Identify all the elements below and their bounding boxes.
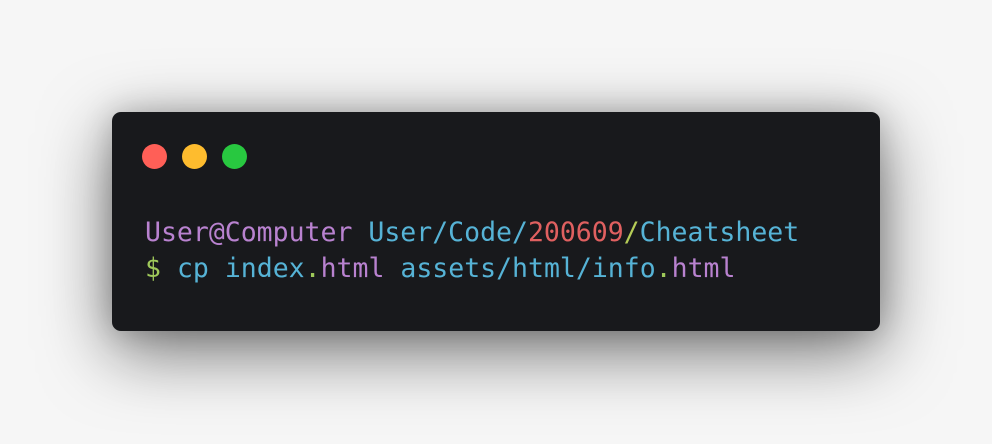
separator bbox=[352, 217, 368, 248]
source-file-extension: html bbox=[320, 253, 385, 284]
user-host: User@Computer bbox=[145, 217, 353, 248]
source-file-dot: . bbox=[304, 253, 321, 284]
command-line[interactable]: $ cp index.html assets/html/info.html bbox=[145, 252, 735, 286]
path-number: 200609 bbox=[527, 217, 624, 248]
prompt-symbol: $ bbox=[145, 253, 161, 284]
path-end: Cheatsheet bbox=[639, 217, 800, 248]
command-name: cp bbox=[176, 253, 209, 284]
minimize-window-button[interactable] bbox=[182, 144, 207, 169]
destination-file-dot: . bbox=[655, 253, 672, 284]
destination-file-extension: html bbox=[671, 253, 736, 284]
destination-file-path: assets/html/info bbox=[400, 253, 656, 284]
maximize-window-button[interactable] bbox=[222, 144, 247, 169]
path-slash: / bbox=[623, 217, 640, 248]
terminal-window: User@Computer User/Code/200609/Cheatshee… bbox=[112, 112, 880, 331]
prompt-line: User@Computer User/Code/200609/Cheatshee… bbox=[145, 216, 799, 250]
close-window-button[interactable] bbox=[142, 144, 167, 169]
path-start: User/Code/ bbox=[368, 217, 528, 248]
source-file-name: index bbox=[224, 253, 305, 284]
window-controls bbox=[142, 144, 247, 169]
